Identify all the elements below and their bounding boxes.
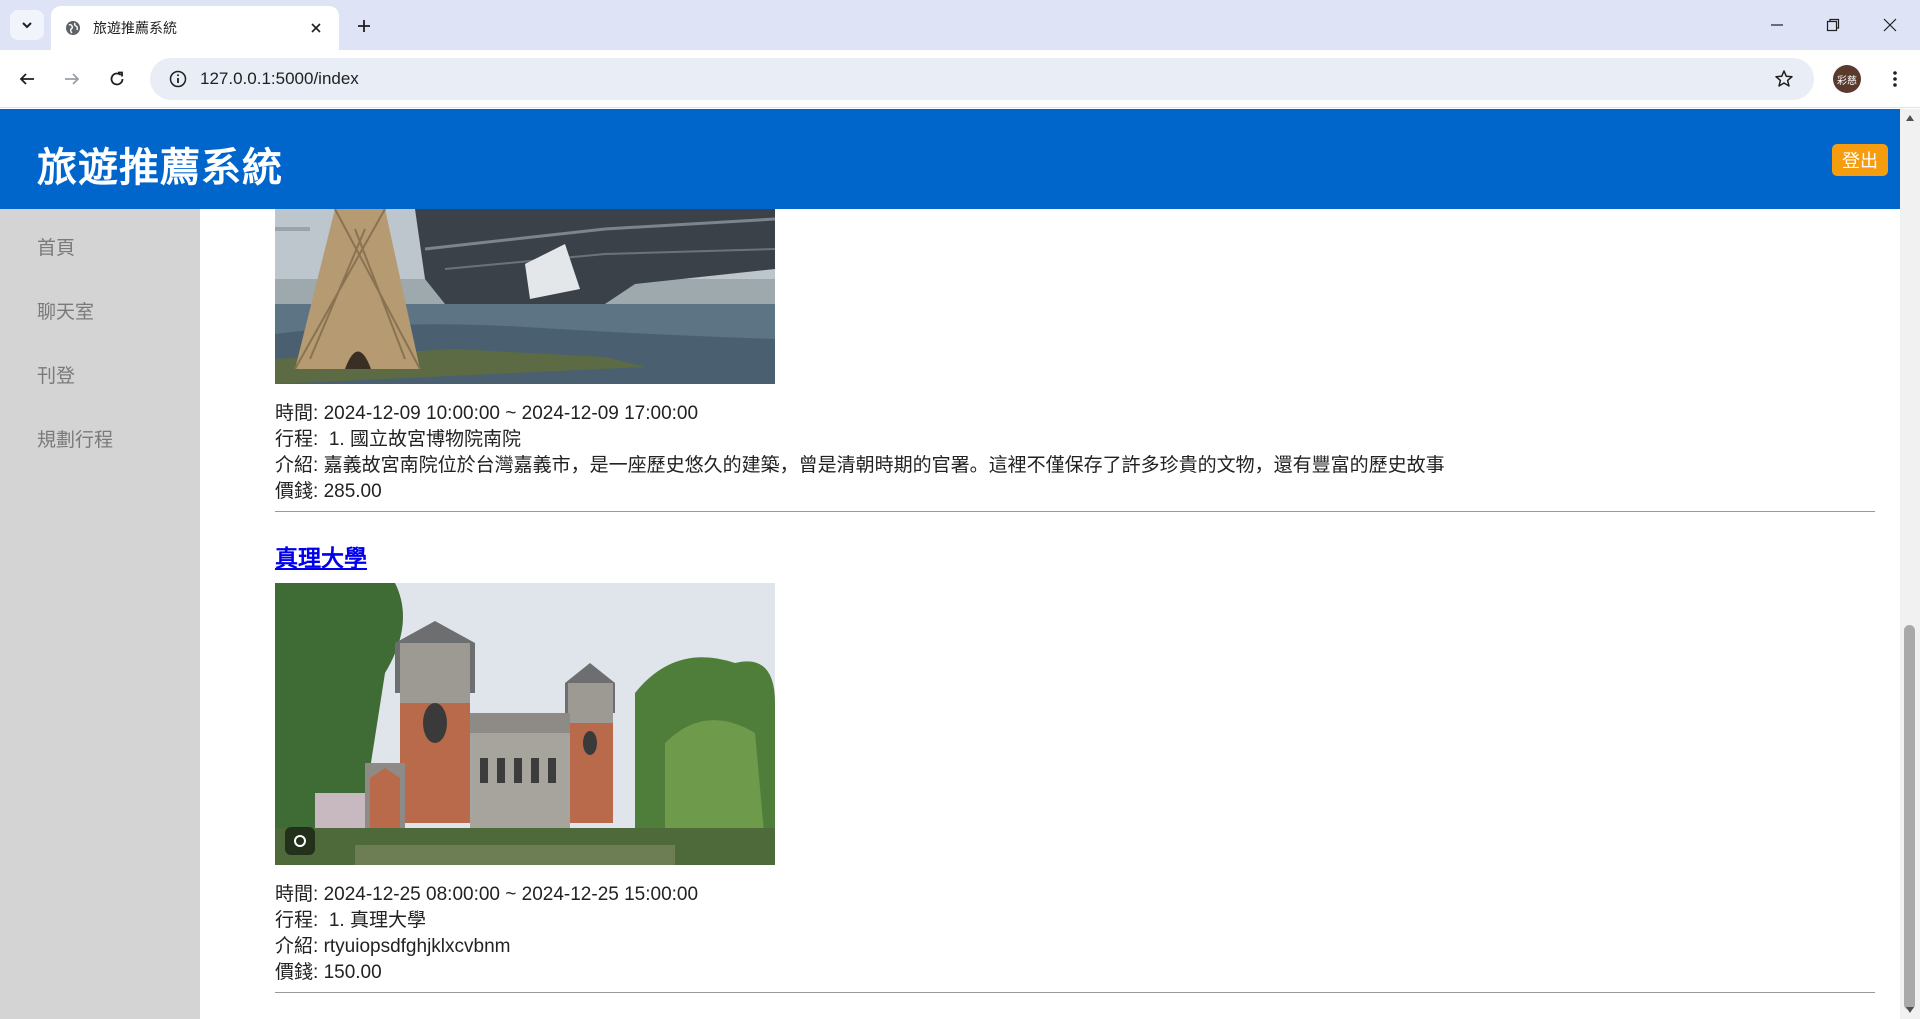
post-photo-university[interactable] — [275, 583, 775, 865]
arrow-left-icon — [19, 73, 34, 85]
post-price: 價錢: 150.00 — [275, 962, 382, 983]
site-info-button[interactable] — [158, 59, 198, 99]
page-viewport: 旅遊推薦系統 登出 首頁 聊天室 刊登 規劃行程 時間: 2024-12-09 … — [0, 109, 1900, 1019]
profile-avatar[interactable]: 彩慈 — [1833, 65, 1861, 93]
tab-close-button[interactable] — [305, 17, 327, 39]
globe-icon — [66, 21, 80, 35]
post-price: 價錢: 285.00 — [275, 481, 382, 502]
close-icon — [311, 23, 321, 33]
arrow-right-icon — [65, 73, 80, 85]
minimize-button[interactable] — [1762, 10, 1792, 40]
triangle-down-icon — [1906, 1007, 1914, 1013]
plus-icon — [358, 20, 370, 32]
triangle-up-icon — [1906, 115, 1914, 121]
reload-icon — [110, 71, 124, 86]
post-time: 時間: 2024-12-09 10:00:00 ~ 2024-12-09 17:… — [275, 403, 699, 424]
tab-title: 旅遊推薦系統 — [93, 21, 177, 37]
forward-button[interactable] — [57, 64, 87, 94]
scroll-up-arrow[interactable] — [1905, 113, 1915, 123]
close-icon — [1883, 18, 1897, 32]
post-itinerary: 行程: 1. 國立故宮博物院南院 — [275, 429, 521, 450]
logout-button[interactable]: 登出 — [1832, 144, 1888, 176]
post-intro: 介紹: 嘉義故宮南院位於台灣嘉義市，是一座歷史悠久的建築，曾是清朝時期的官署。這… — [275, 455, 1445, 476]
browser-menu-button[interactable] — [1880, 64, 1910, 94]
more-vertical-icon — [1893, 71, 1897, 87]
sidebar: 首頁 聊天室 刊登 規劃行程 — [0, 209, 200, 1019]
post-list: 時間: 2024-12-09 10:00:00 ~ 2024-12-09 17:… — [275, 209, 1875, 1019]
minimize-icon — [1771, 24, 1783, 26]
address-bar[interactable]: 127.0.0.1:5000/index — [150, 58, 1814, 100]
browser-toolbar: 127.0.0.1:5000/index 彩慈 — [0, 50, 1920, 108]
tab-search-button[interactable] — [10, 10, 44, 40]
browser-tabstrip: 旅遊推薦系統 — [0, 0, 1920, 50]
bookmark-button[interactable] — [1764, 59, 1804, 99]
post-itinerary: 行程: 1. 真理大學 — [275, 910, 426, 931]
back-button[interactable] — [12, 64, 42, 94]
sidebar-item-post[interactable]: 刊登 — [37, 361, 75, 388]
info-icon — [169, 70, 187, 88]
url-text[interactable]: 127.0.0.1:5000/index — [200, 69, 1764, 89]
star-icon — [1775, 70, 1793, 87]
sidebar-item-chatroom[interactable]: 聊天室 — [37, 297, 94, 324]
post-divider — [275, 992, 1875, 993]
sidebar-item-home[interactable]: 首頁 — [37, 233, 75, 260]
post-divider — [275, 511, 1875, 512]
new-tab-button[interactable] — [350, 12, 378, 40]
scroll-down-arrow[interactable] — [1905, 1005, 1915, 1015]
post-photo-museum[interactable] — [275, 209, 775, 384]
post-time: 時間: 2024-12-25 08:00:00 ~ 2024-12-25 15:… — [275, 884, 699, 905]
page-scrollbar[interactable] — [1900, 109, 1920, 1019]
window-close-button[interactable] — [1875, 10, 1905, 40]
site-header: 旅遊推薦系統 登出 — [0, 109, 1900, 209]
scrollbar-thumb[interactable] — [1904, 625, 1915, 1010]
post-intro: 介紹: rtyuiopsdfghjklxcvbnm — [275, 936, 511, 957]
restore-icon — [1826, 18, 1840, 32]
sidebar-item-plan-trip[interactable]: 規劃行程 — [37, 425, 113, 452]
post-title-link[interactable]: 真理大學 — [275, 539, 367, 573]
browser-tab[interactable]: 旅遊推薦系統 — [51, 6, 339, 50]
site-title: 旅遊推薦系統 — [37, 145, 283, 191]
restore-button[interactable] — [1818, 10, 1848, 40]
reload-button[interactable] — [102, 64, 132, 94]
chevron-down-icon — [22, 22, 32, 29]
